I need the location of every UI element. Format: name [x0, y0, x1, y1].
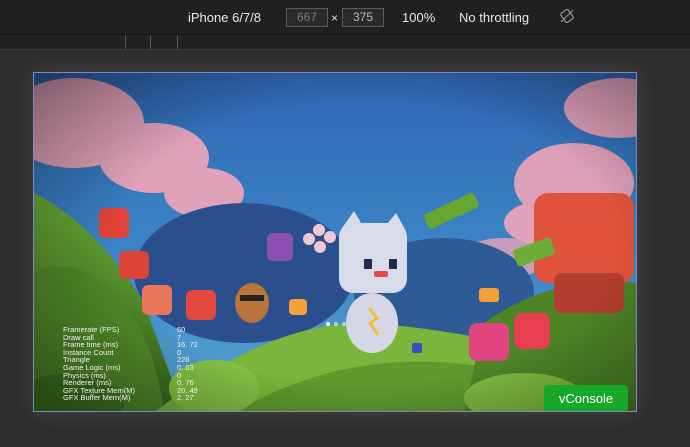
height-input[interactable]: 375 [342, 8, 384, 27]
ruler-tick [150, 35, 151, 49]
pager-dot[interactable] [334, 322, 338, 326]
device-select[interactable]: iPhone 6/7/8 [188, 10, 261, 25]
pager-dot[interactable] [342, 322, 346, 326]
ruler-tick [125, 35, 126, 49]
zoom-select[interactable]: 100% [402, 10, 435, 25]
rotate-icon[interactable] [560, 9, 574, 23]
media-query-bar [0, 35, 690, 50]
throttling-select[interactable]: No throttling [459, 10, 529, 25]
stat-value: 2. 27 [177, 393, 194, 403]
stat-row: GFX Buffer Mem(M) 2. 27 [63, 394, 203, 402]
vconsole-button[interactable]: vConsole [544, 385, 628, 411]
width-input[interactable]: 667 [286, 8, 328, 27]
dimension-separator: × [331, 11, 339, 25]
stat-label: GFX Buffer Mem(M) [63, 393, 131, 403]
device-toolbar: iPhone 6/7/8 667 × 375 100% No throttlin… [0, 0, 690, 35]
ruler-tick [177, 35, 178, 49]
page-indicator [326, 322, 346, 326]
profiler-stats: Framerate (FPS) 60 Draw call 7 Frame time … [63, 326, 203, 402]
pager-dot[interactable] [326, 322, 330, 326]
device-viewport[interactable]: Framerate (FPS) 60 Draw call 7 Frame time … [33, 72, 637, 412]
